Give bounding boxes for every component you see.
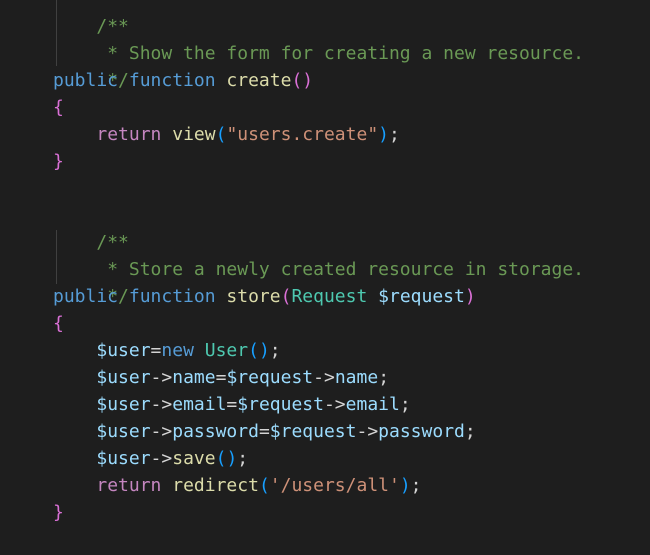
code-line: {	[53, 94, 64, 121]
bracket-token: (	[215, 124, 227, 145]
bracket-token: )	[226, 448, 238, 469]
code-line: $user->email=$request->email;	[53, 391, 411, 418]
code-line: return redirect('/users/all');	[53, 472, 422, 499]
function-name-token: create	[226, 70, 292, 91]
code-line: public function store(Request $request)	[53, 283, 476, 310]
punctuation-token: ;	[464, 421, 476, 442]
keyword-token: function	[128, 286, 216, 307]
bracket-token: }	[53, 502, 64, 523]
punctuation-token: ;	[378, 367, 390, 388]
code-line: }	[53, 148, 64, 175]
variable-token: $user	[96, 367, 151, 388]
string-token: '/users/all'	[269, 475, 400, 496]
keyword-token: new	[161, 340, 194, 361]
bracket-token: )	[399, 475, 411, 496]
property-token: email	[172, 394, 227, 415]
property-token: name	[334, 367, 379, 388]
code-line: /**	[53, 202, 129, 253]
bracket-token: )	[302, 70, 314, 91]
code-line: /**	[53, 0, 129, 37]
variable-token: $user	[96, 394, 151, 415]
operator-token: ->	[150, 448, 173, 469]
keyword-token: return	[96, 475, 162, 496]
function-name-token: redirect	[172, 475, 259, 496]
punctuation-token: ;	[399, 394, 411, 415]
punctuation-token: ;	[389, 124, 400, 145]
bracket-token: )	[258, 340, 270, 361]
operator-token: ->	[150, 394, 173, 415]
variable-token: $request	[269, 421, 357, 442]
variable-token: $user	[96, 340, 151, 361]
operator-token: =	[226, 394, 238, 415]
code-line: $user->name=$request->name;	[53, 364, 389, 391]
bracket-token: (	[248, 340, 259, 361]
bracket-token: (	[215, 448, 227, 469]
punctuation-token: ;	[269, 340, 281, 361]
code-line: $user=new User();	[53, 337, 281, 364]
operator-token: ->	[356, 421, 379, 442]
comment-token: * Store a newly created resource in stor…	[96, 259, 585, 280]
code-line: public function create()	[53, 67, 313, 94]
code-line: {	[53, 310, 64, 337]
property-token: name	[172, 367, 216, 388]
operator-token: =	[215, 367, 227, 388]
type-token: User	[204, 340, 249, 361]
function-name-token: store	[226, 286, 281, 307]
type-token: Request	[291, 286, 368, 307]
property-token: email	[345, 394, 400, 415]
keyword-token: function	[128, 70, 216, 91]
operator-token: ->	[323, 394, 346, 415]
function-name-token: save	[172, 448, 216, 469]
string-token: "users.create"	[226, 124, 379, 145]
variable-token: $request	[226, 367, 314, 388]
code-line: $user->save();	[53, 445, 248, 472]
operator-token: ->	[313, 367, 335, 388]
bracket-token: )	[378, 124, 389, 145]
variable-token: $user	[96, 421, 151, 442]
bracket-token: }	[53, 151, 64, 172]
variable-token: $request	[378, 286, 465, 307]
code-line: */	[53, 40, 129, 91]
bracket-token: (	[258, 475, 270, 496]
operator-token: ->	[150, 421, 173, 442]
bracket-token: {	[53, 97, 64, 118]
bracket-token: )	[464, 286, 476, 307]
keyword-token: public	[53, 70, 119, 91]
keyword-token: public	[53, 286, 119, 307]
keyword-token: return	[96, 124, 162, 145]
property-token: password	[172, 421, 259, 442]
punctuation-token: ;	[410, 475, 422, 496]
punctuation-token: ;	[237, 448, 249, 469]
code-line: * Store a newly created resource in stor…	[53, 229, 584, 280]
code-line: return view("users.create");	[53, 121, 400, 148]
property-token: password	[378, 421, 465, 442]
bracket-token: (	[280, 286, 292, 307]
code-line: */	[53, 256, 129, 307]
code-line: }	[53, 499, 64, 526]
code-line: * Show the form for creating a new resou…	[53, 13, 584, 64]
operator-token: =	[258, 421, 270, 442]
function-name-token: view	[172, 124, 216, 145]
bracket-token: {	[53, 313, 64, 334]
operator-token: ->	[150, 367, 173, 388]
bracket-token: (	[291, 70, 303, 91]
variable-token: $request	[237, 394, 324, 415]
operator-token: =	[150, 340, 162, 361]
comment-token: * Show the form for creating a new resou…	[96, 43, 585, 64]
variable-token: $user	[96, 448, 151, 469]
code-line: $user->password=$request->password;	[53, 418, 476, 445]
code-editor[interactable]: /** * Show the form for creating a new r…	[0, 0, 650, 555]
